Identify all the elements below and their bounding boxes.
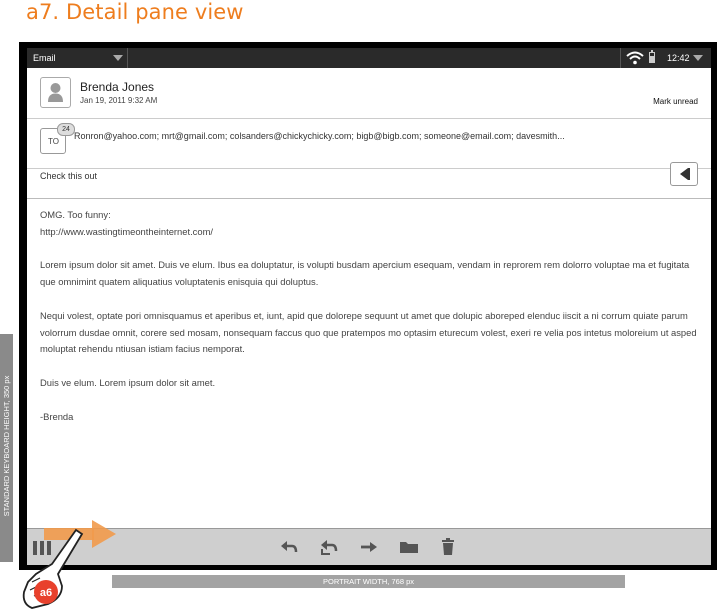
status-bar: Email 12:42 <box>27 48 711 68</box>
recipient-list[interactable]: Ronron@yahoo.com; mrt@gmail.com; colsand… <box>74 131 565 141</box>
body-paragraph: Lorem ipsum dolor sit amet. Duis ve elum… <box>40 259 690 288</box>
mark-unread-button[interactable]: Mark unread <box>653 97 698 106</box>
avatar[interactable] <box>40 77 71 108</box>
recipient-count-badge: 24 <box>57 123 75 136</box>
subject-row: Check this out <box>27 162 711 199</box>
folder-icon[interactable] <box>399 538 419 556</box>
forward-icon[interactable] <box>359 538 379 556</box>
message-body: OMG. Too funny: http://www.wastingtimeon… <box>40 207 700 442</box>
flag-button[interactable] <box>670 162 698 186</box>
battery-icon <box>649 50 655 63</box>
pointing-hand-icon: a6 <box>22 528 84 609</box>
to-label: TO <box>48 137 59 146</box>
body-line: OMG. Too funny: <box>40 209 111 220</box>
sent-date: Jan 19, 2011 9:32 AM <box>80 96 158 105</box>
portrait-width-annotation: PORTRAIT WIDTH, 768 px <box>112 575 625 588</box>
chevron-down-icon <box>693 55 703 61</box>
clock: 12:42 <box>667 53 690 63</box>
keyboard-height-label: STANDARD KEYBOARD HEIGHT, 350 px <box>2 375 11 517</box>
signature: -Brenda <box>40 410 74 422</box>
app-label: Email <box>33 53 56 63</box>
page-title: a7. Detail pane view <box>26 0 244 24</box>
trash-icon[interactable] <box>439 538 457 556</box>
reply-all-icon[interactable] <box>319 538 339 556</box>
body-paragraph: Nequi volest, optate pori omnisquamus et… <box>40 309 697 355</box>
wifi-icon <box>626 51 644 65</box>
body-paragraph: Duis ve elum. Lorem ipsum dolor sit amet… <box>40 376 216 388</box>
sender-header: Brenda Jones Jan 19, 2011 9:32 AM Mark u… <box>27 68 711 119</box>
subject-text: Check this out <box>40 171 98 181</box>
body-link[interactable]: http://www.wastingtimeontheinternet.com/ <box>40 224 700 241</box>
recipients-row: TO 24 Ronron@yahoo.com; mrt@gmail.com; c… <box>27 118 711 169</box>
chevron-down-icon <box>113 55 123 61</box>
flag-icon <box>680 168 690 180</box>
person-icon <box>48 83 63 102</box>
bottom-toolbar <box>27 528 711 565</box>
reply-icon[interactable] <box>279 538 299 556</box>
system-tray[interactable]: 12:42 <box>620 48 711 68</box>
annotation-badge: a6 <box>40 587 52 599</box>
app-switcher[interactable]: Email <box>27 48 128 68</box>
sender-name[interactable]: Brenda Jones <box>80 80 154 94</box>
to-button[interactable]: TO 24 <box>40 123 75 154</box>
